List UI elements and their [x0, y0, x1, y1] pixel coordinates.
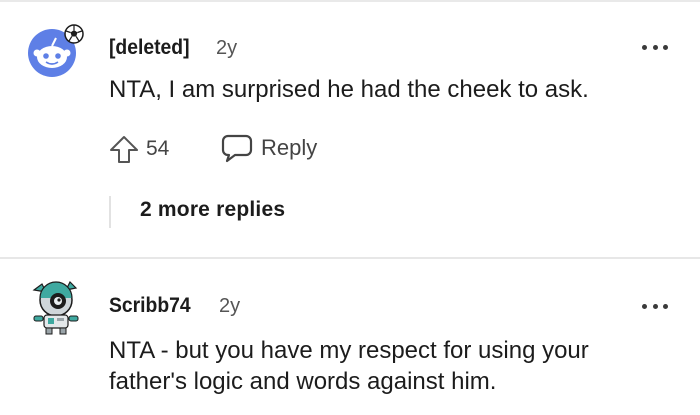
reply-label: Reply	[261, 135, 318, 160]
more-options-icon	[642, 44, 647, 50]
comment-age: 2y	[216, 37, 238, 59]
comment-body: NTA - but you have my respect for using …	[109, 337, 589, 395]
thread-line[interactable]	[109, 196, 111, 228]
comment-age: 2y	[219, 295, 241, 317]
robot-avatar-icon	[32, 280, 79, 335]
upvote-count: 54	[146, 137, 170, 160]
more-replies-link[interactable]: 2 more replies	[140, 198, 285, 222]
comment-username[interactable]: Scribb74	[109, 294, 191, 318]
comment-body: NTA, I am surprised he had the cheek to …	[109, 76, 589, 103]
speech-bubble-icon	[221, 134, 253, 163]
more-options-button[interactable]	[642, 301, 668, 311]
comment-username[interactable]: [deleted]	[109, 36, 190, 60]
more-options-icon	[642, 303, 647, 309]
upvote-button[interactable]: 54	[108, 133, 169, 165]
comment-divider	[0, 257, 700, 259]
avatar-scribb74[interactable]	[28, 276, 84, 335]
reply-button[interactable]: Reply	[221, 133, 317, 163]
more-options-button[interactable]	[642, 42, 668, 52]
avatar-deleted[interactable]	[26, 23, 84, 79]
upvote-arrow-icon	[110, 136, 138, 163]
snoo-avatar-icon	[28, 24, 84, 77]
top-border	[0, 0, 700, 2]
